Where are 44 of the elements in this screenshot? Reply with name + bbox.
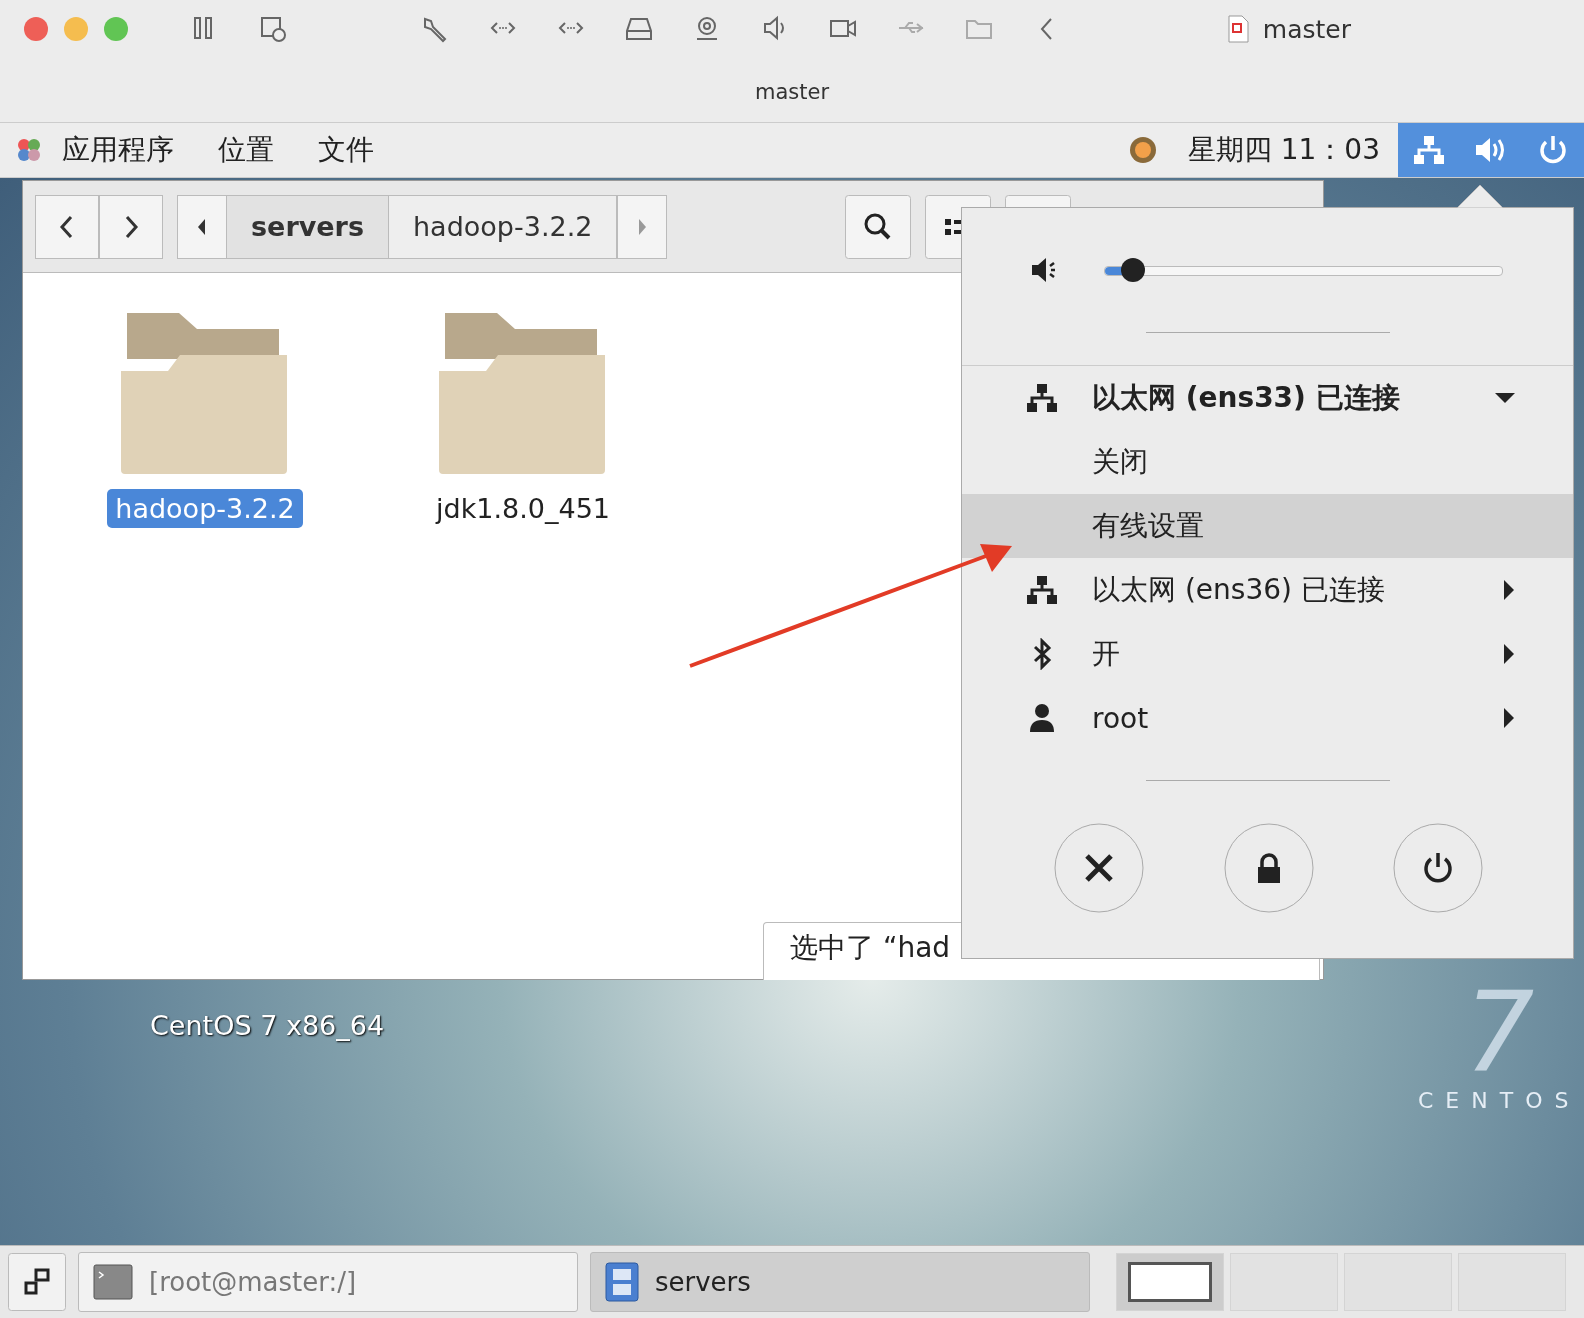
show-desktop-button[interactable] bbox=[8, 1253, 66, 1311]
os-label: CentOS 7 x86_64 bbox=[150, 1010, 385, 1041]
caret-right-icon bbox=[1503, 644, 1515, 664]
terminal-icon bbox=[93, 1264, 133, 1300]
path-button[interactable]: servers bbox=[227, 194, 389, 259]
network-wired-icon bbox=[1412, 134, 1446, 166]
path-button[interactable]: hadoop-3.2.2 bbox=[389, 194, 618, 259]
taskbar-button[interactable]: servers bbox=[590, 1252, 1090, 1312]
menu-item[interactable]: root bbox=[962, 686, 1573, 750]
close-icon[interactable] bbox=[24, 17, 48, 41]
document-icon bbox=[1226, 15, 1249, 43]
file-cabinet-icon bbox=[605, 1262, 639, 1302]
menu-item[interactable]: 开 bbox=[962, 622, 1573, 686]
menu-item[interactable]: 位置 bbox=[218, 131, 274, 169]
forward-button[interactable] bbox=[99, 194, 163, 259]
menu-item[interactable]: 以太网 (ens33) 已连接 bbox=[962, 366, 1573, 430]
volume-slider-handle[interactable] bbox=[1120, 258, 1145, 282]
lock-button[interactable] bbox=[1223, 823, 1314, 913]
menu-item[interactable]: 以太网 (ens36) 已连接 bbox=[962, 558, 1573, 622]
toolbar-title: master bbox=[1262, 14, 1351, 44]
taskbar-button[interactable]: [root@master:/] bbox=[78, 1252, 578, 1312]
caret-right-icon bbox=[1503, 580, 1515, 600]
file-name[interactable]: hadoop-3.2.2 bbox=[107, 489, 303, 528]
caret-right-icon bbox=[1503, 708, 1515, 728]
hard-drive-icon[interactable] bbox=[625, 15, 653, 43]
caret-down-icon bbox=[1495, 392, 1515, 404]
workspace-button[interactable] bbox=[1116, 1253, 1224, 1311]
clock[interactable]: 星期四 11：03 bbox=[1187, 131, 1380, 169]
submenu-item[interactable]: 关闭 bbox=[962, 430, 1573, 494]
snapshot-icon[interactable] bbox=[259, 15, 287, 43]
search-button[interactable] bbox=[845, 194, 912, 259]
network-wired-icon bbox=[1026, 382, 1058, 414]
settings-button[interactable] bbox=[1054, 823, 1144, 913]
file-name[interactable]: jdk1.8.0_451 bbox=[428, 489, 618, 528]
logo-text: CENTOS bbox=[1418, 1088, 1581, 1113]
menu-item[interactable]: 应用程序 bbox=[62, 131, 174, 169]
menu-item[interactable]: 文件 bbox=[318, 131, 374, 169]
window-title: master bbox=[753, 80, 831, 104]
logo-number: 7 bbox=[1464, 978, 1535, 1088]
network-wired-icon bbox=[1026, 574, 1058, 606]
power-button[interactable] bbox=[1393, 823, 1483, 913]
wrench-icon[interactable] bbox=[421, 15, 449, 43]
status-area[interactable] bbox=[1398, 123, 1584, 177]
submenu-item[interactable]: 有线设置 bbox=[962, 494, 1573, 558]
